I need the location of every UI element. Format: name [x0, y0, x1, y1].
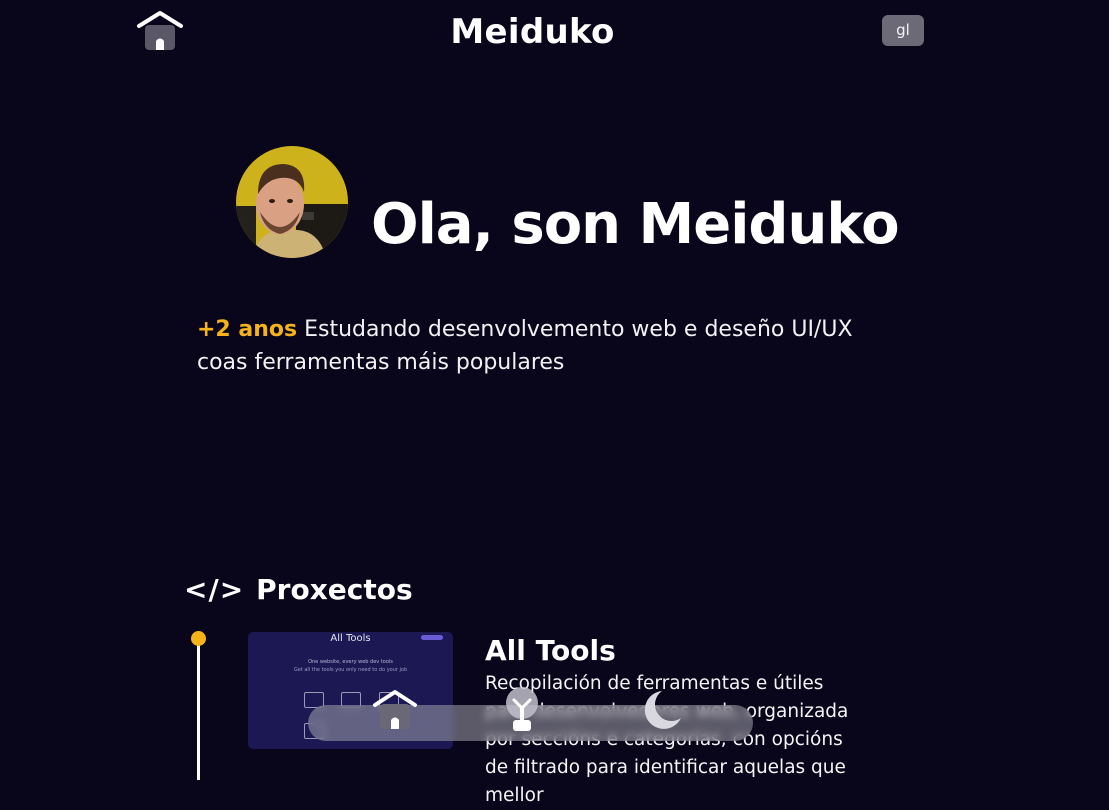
hero-greeting: Ola, son Meiduko: [371, 192, 900, 257]
timeline-dot: [191, 631, 206, 646]
lightbulb-icon: [506, 687, 538, 731]
project-title[interactable]: All Tools: [485, 634, 616, 667]
nav-home-button[interactable]: [372, 687, 418, 731]
intro-text: +2 anos Estudando desenvolvemento web e …: [197, 313, 897, 379]
experience-highlight: +2 anos: [197, 317, 298, 342]
thumbnail-line2: Get all the tools you only need to do yo…: [293, 667, 408, 673]
language-button[interactable]: gl: [882, 15, 924, 46]
home-icon: [373, 690, 417, 729]
nav-theme-light-button[interactable]: [502, 686, 542, 734]
projects-title: Proxectos: [256, 573, 413, 606]
timeline-line: [197, 640, 200, 780]
thumbnail-pill: [421, 635, 443, 640]
moon-icon: [644, 691, 681, 729]
avatar: [236, 146, 348, 258]
projects-heading: </> Proxectos: [184, 573, 413, 606]
thumbnail-line1: One website, every web dev tools: [308, 659, 393, 665]
code-icon: </>: [184, 573, 245, 606]
nav-theme-dark-button[interactable]: [640, 688, 684, 732]
